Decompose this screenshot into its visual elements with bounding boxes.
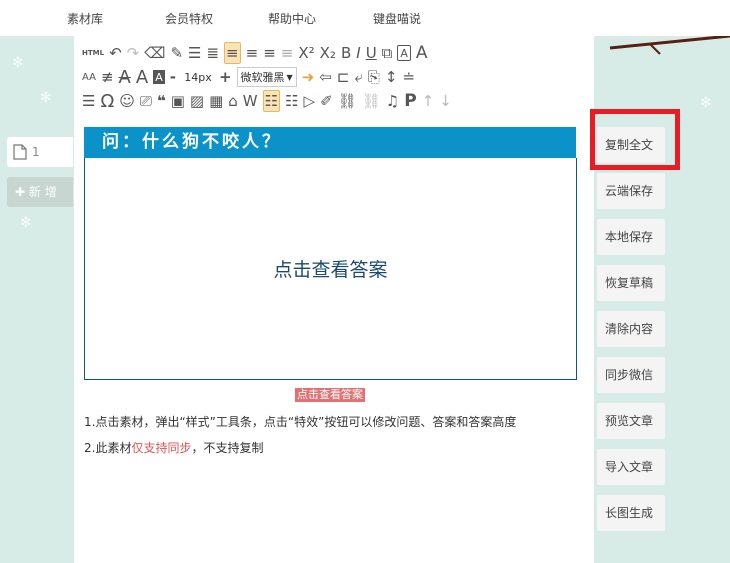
page-tab-label: 1 <box>32 145 40 159</box>
background-pattern-icon[interactable]: ▨ <box>190 91 204 111</box>
music-icon[interactable]: ♫ <box>386 91 399 111</box>
font-size-input[interactable] <box>180 69 215 85</box>
indent-icon[interactable]: ☰ <box>188 43 201 63</box>
arrow-right-circle-icon[interactable]: ➜ <box>302 67 315 87</box>
note-line-2: 2.此素材仅支持同步，不支持复制 <box>84 439 263 456</box>
paragraph-spacing-icon[interactable]: ≐ <box>402 67 415 87</box>
nav-material-library[interactable]: 素材库 <box>67 10 103 27</box>
paragraph-format-button[interactable]: P <box>404 91 416 111</box>
background-color-button[interactable]: A <box>153 70 165 84</box>
editor: HTML ↶ ↷ ⌫ ✎ ☰ ≣ ≡ ≡ ≡ ≡ X² X₂ B I U ⧉ A… <box>74 36 594 563</box>
toolbar-row-2: AA ≢ A A A - + 微软雅黑 ▼ ➜ ⇦ ⊏ ⤶ ⎘ ↕ ≐ <box>82 66 420 88</box>
font-color-button[interactable]: A <box>416 43 428 63</box>
move-down-icon[interactable]: ↓ <box>439 91 452 111</box>
format-painter-icon[interactable]: ✎ <box>170 43 183 63</box>
blockquote-button[interactable]: ❝ <box>157 91 166 111</box>
toolbar-row-1: HTML ↶ ↷ ⌫ ✎ ☰ ≣ ≡ ≡ ≡ ≡ X² X₂ B I U ⧉ A… <box>82 42 433 64</box>
word-import-icon[interactable]: W <box>243 91 258 111</box>
insert-link-icon[interactable]: ⧉ <box>382 43 393 63</box>
snowflake-icon: ✻ <box>700 95 712 111</box>
subscript-button[interactable]: X₂ <box>320 43 336 63</box>
reveal-answer-link[interactable]: 点击查看答案 <box>295 388 365 402</box>
html-source-button[interactable]: HTML <box>82 43 104 63</box>
font-family-select[interactable]: 微软雅黑 ▼ <box>236 67 297 87</box>
font-size-plus-button[interactable]: + <box>219 67 232 87</box>
chevron-down-icon: ▼ <box>286 72 293 82</box>
note-prefix: 2.此素材 <box>84 441 132 455</box>
strikethrough-icon[interactable]: ≢ <box>101 67 114 87</box>
row-spacing-icon[interactable]: ↕ <box>385 67 398 87</box>
local-save-button[interactable]: 本地保存 <box>597 219 665 255</box>
image-icon[interactable]: ▣ <box>171 91 185 111</box>
table-icon[interactable]: ▦ <box>209 91 223 111</box>
answer-box[interactable]: 点击查看答案 <box>84 158 577 380</box>
first-line-indent-icon[interactable]: ⊏ <box>337 67 350 87</box>
unordered-list-icon[interactable]: ☷ <box>285 91 298 111</box>
ordered-list-icon[interactable]: ☷ <box>262 90 281 112</box>
add-page-button[interactable]: ✚ 新 增 <box>7 177 73 207</box>
superscript-button[interactable]: X² <box>298 43 314 63</box>
arrow-left-circle-icon[interactable]: ⇦ <box>319 67 332 87</box>
letter-spacing-button[interactable]: AA <box>82 67 96 87</box>
strike-font-button[interactable]: A <box>119 67 131 88</box>
clear-format-icon[interactable]: ✐ <box>320 91 333 111</box>
divider-style-icon[interactable]: ☰ <box>82 91 95 111</box>
align-justify-icon[interactable]: ≡ <box>281 43 294 63</box>
line-spacing-icon[interactable]: ≣ <box>206 43 219 63</box>
snowflake-icon: ✻ <box>20 215 32 231</box>
content-area[interactable]: 问：什么狗不咬人？ 点击查看答案 <box>84 127 578 380</box>
align-center-icon[interactable]: ≡ <box>246 43 259 63</box>
align-left-icon[interactable]: ≡ <box>224 42 241 64</box>
nav-keyboard[interactable]: 键盘喵说 <box>373 10 421 27</box>
copy-format-icon[interactable]: ⎘ <box>368 67 380 87</box>
map-icon[interactable]: ⌂ <box>228 91 238 111</box>
note-highlight: 仅支持同步 <box>131 441 192 455</box>
link-icon[interactable]: ⛓ <box>338 91 357 111</box>
nav-help-center[interactable]: 帮助中心 <box>268 10 316 27</box>
redo-icon[interactable]: ↷ <box>127 43 140 63</box>
highlight-annotation <box>590 109 680 170</box>
preview-article-button[interactable]: 预览文章 <box>597 403 665 439</box>
template-icon[interactable]: ⎚ <box>140 91 152 111</box>
emoji-icon[interactable]: ☺ <box>119 91 135 111</box>
import-article-button[interactable]: 导入文章 <box>597 449 665 485</box>
note-line-1: 1.点击素材，弹出“样式”工具条，点击“特效”按钮可以修改问题、答案和答案高度 <box>84 415 517 429</box>
snowflake-icon: ✻ <box>12 55 24 71</box>
font-size-up-button[interactable]: A <box>136 67 148 88</box>
unlink-icon[interactable]: ⛓ <box>362 91 381 111</box>
plus-icon: ✚ <box>15 185 26 199</box>
snowflake-icon: ✻ <box>40 90 52 106</box>
page-tab[interactable]: 1 <box>7 137 73 167</box>
underline-button[interactable]: U <box>366 43 377 63</box>
move-up-icon[interactable]: ↑ <box>422 91 435 111</box>
top-nav: 素材库 会员特权 帮助中心 键盘喵说 <box>0 0 730 37</box>
nav-member-privileges[interactable]: 会员特权 <box>165 10 213 27</box>
answer-prompt: 点击查看答案 <box>273 259 388 281</box>
video-icon[interactable]: ▷ <box>304 91 316 111</box>
document-icon <box>13 144 27 160</box>
note-suffix: ，不支持复制 <box>191 441 264 455</box>
add-page-label: 新 增 <box>28 185 57 199</box>
bold-button[interactable]: B <box>341 43 351 63</box>
question-header[interactable]: 问：什么狗不咬人？ <box>84 127 576 158</box>
wrap-text-icon[interactable]: ⤶ <box>354 67 362 87</box>
cloud-save-button[interactable]: 云端保存 <box>597 173 665 209</box>
font-box-button[interactable]: A <box>397 45 411 61</box>
branch-decoration <box>609 36 730 55</box>
special-char-button[interactable]: Ω <box>100 91 114 112</box>
restore-draft-button[interactable]: 恢复草稿 <box>597 265 665 301</box>
eraser-icon[interactable]: ⌫ <box>144 43 165 63</box>
font-family-value: 微软雅黑 <box>240 71 285 84</box>
clear-content-button[interactable]: 清除内容 <box>597 311 665 347</box>
italic-button[interactable]: I <box>356 43 360 63</box>
long-image-button[interactable]: 长图生成 <box>597 495 665 531</box>
toolbar-row-3: ☰ Ω ☺ ⎚ ❝ ▣ ▨ ▦ ⌂ W ☷ ☷ ▷ ✐ ⛓ ⛓ ♫ P ↑ ↓ <box>82 90 457 112</box>
font-size-minus-button[interactable]: - <box>170 67 176 87</box>
sync-wechat-button[interactable]: 同步微信 <box>597 357 665 393</box>
align-right-icon[interactable]: ≡ <box>263 43 276 63</box>
undo-icon[interactable]: ↶ <box>109 43 122 63</box>
